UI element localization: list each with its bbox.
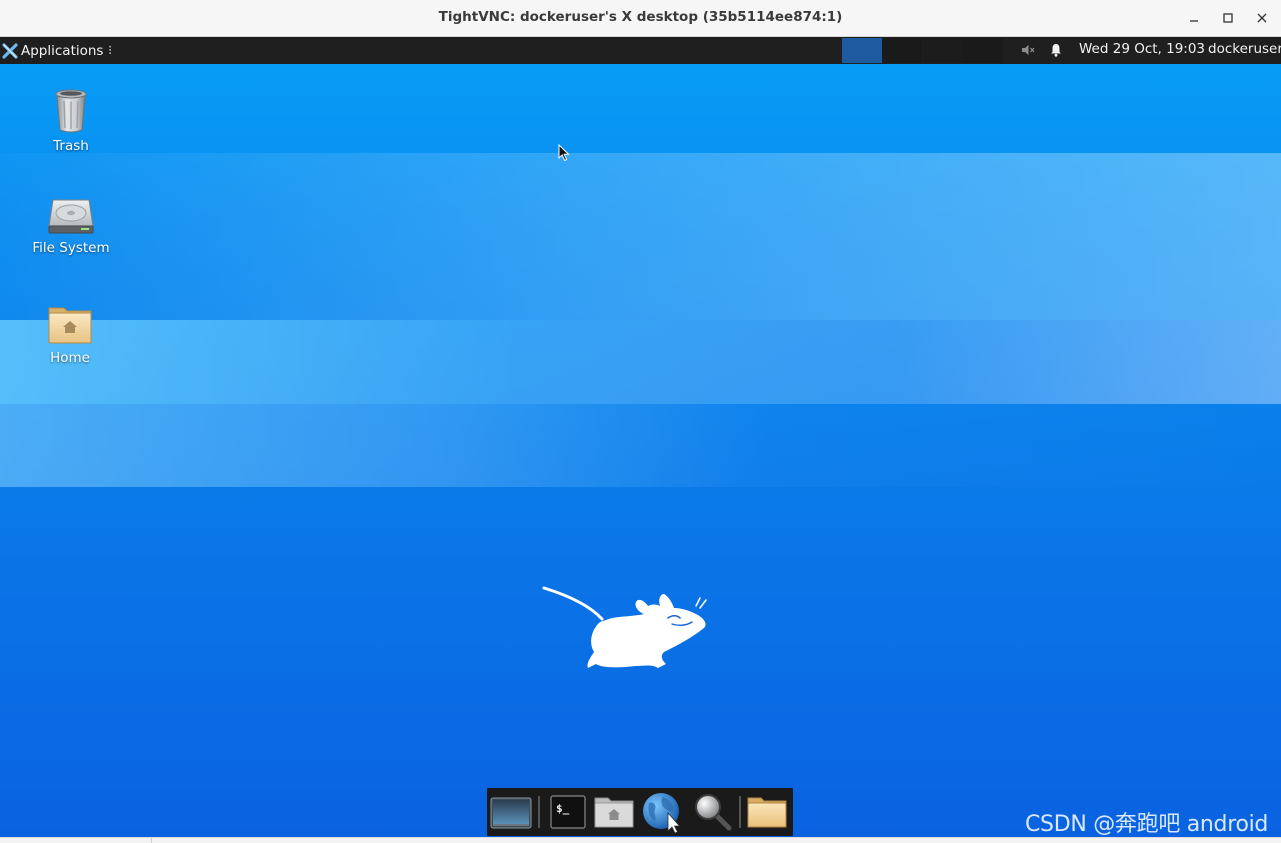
folder-icon [747,797,787,828]
bell-icon[interactable] [1048,42,1064,58]
applications-label: Applications [21,43,104,59]
window-title: TightVNC: dockeruser's X desktop (35b511… [438,9,843,25]
panel-user-menu[interactable]: dockeruser [1208,41,1281,57]
close-icon [1257,13,1267,23]
desktop-icon-file-system[interactable]: File System [26,196,116,256]
show-desktop-icon [490,797,532,829]
xfce-mouse-logo [540,584,710,678]
workspace-3[interactable] [923,38,963,63]
hard-drive-icon [48,199,94,234]
minimize-icon [1190,20,1198,22]
workspace-2[interactable] [882,38,922,63]
desktop-icon-trash[interactable]: Trash [26,88,116,154]
workspace-4[interactable] [963,38,1003,63]
terminal-icon: $_ [550,795,586,829]
dock-show-desktop-button[interactable] [489,792,533,832]
globe-icon [643,793,681,833]
volume-muted-icon[interactable] [1020,42,1036,58]
desktop-icon-label: File System [32,240,110,256]
desktop-background[interactable]: Trash File System Home $_ [0,64,1281,837]
maximize-button[interactable] [1218,8,1238,28]
desktop-icon-home[interactable]: Home [25,304,115,366]
wallpaper-band [0,404,1281,487]
magnifier-icon [695,794,732,831]
csdn-watermark: CSDN @奔跑吧 android [1025,812,1269,837]
wallpaper-band [0,153,1281,320]
vnc-window: TightVNC: dockeruser's X desktop (35b511… [0,0,1281,843]
mouse-pointer-icon [558,143,570,166]
wallpaper-band [0,320,1281,404]
top-panel: Applications ⠇ Wed 29 Oct, 19:03 dockeru… [0,37,1281,64]
window-bottom-edge [0,837,1281,843]
panel-handle-icon: ⠇ [107,44,117,58]
dock-folder-button[interactable] [745,792,789,832]
home-folder-icon [48,307,92,344]
workspace-1[interactable] [842,38,882,63]
desktop-icon-label: Home [50,350,90,366]
dock-web-browser-button[interactable] [641,792,685,833]
minimize-button[interactable] [1184,8,1204,28]
maximize-icon [1223,13,1233,23]
bottom-edge-divider [151,838,152,843]
xfce-logo-icon [2,43,18,59]
dock-file-manager-button[interactable] [592,792,636,832]
trash-icon [55,89,87,133]
window-titlebar[interactable]: TightVNC: dockeruser's X desktop (35b511… [0,0,1281,37]
dock-app-finder-button[interactable] [691,792,735,832]
home-folder-icon [594,797,634,828]
svg-text:$_: $_ [556,802,570,815]
dock-separator [739,796,741,828]
bottom-dock: $_ [487,788,793,836]
applications-menu-button[interactable]: Applications ⠇ [2,41,116,61]
dock-terminal-button[interactable]: $_ [546,792,590,832]
dock-separator [538,796,540,828]
panel-clock[interactable]: Wed 29 Oct, 19:03 [1079,41,1205,57]
close-button[interactable] [1252,8,1272,28]
desktop-icon-label: Trash [53,138,89,154]
